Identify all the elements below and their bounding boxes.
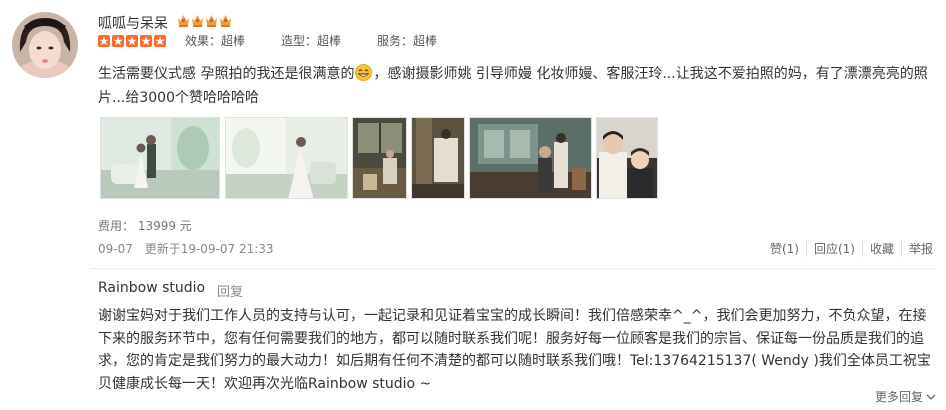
review-actions: 赞(1) 回应(1) 收藏 举报 <box>763 240 940 257</box>
chevron-down-icon <box>926 394 936 400</box>
review-photo[interactable] <box>100 117 220 199</box>
review-meta: 09-07 更新于19-09-07 21:33 <box>98 240 274 257</box>
report-button[interactable]: 举报 <box>900 240 940 257</box>
star-icon <box>112 35 124 47</box>
reply-text: 谢谢宝妈对于我们工作人员的支持与认可，一起记录和见证着宝宝的成长瞬间！我们倍感荣… <box>98 308 931 392</box>
username[interactable]: 呱呱与呆呆 <box>98 13 168 33</box>
reply-tag: 回复 <box>217 285 244 300</box>
rating-scores: 效果：超棒 造型：超棒 服务：超棒 <box>185 32 473 49</box>
reply-button[interactable]: 回应(1) <box>805 240 862 257</box>
star-icon <box>126 35 138 47</box>
star-icon <box>154 35 166 47</box>
grin-emoji-icon <box>355 64 373 81</box>
crown-icon <box>192 15 203 27</box>
crown-icon <box>220 15 231 27</box>
favorite-button[interactable]: 收藏 <box>861 240 901 257</box>
reply-author: Rainbow studio <box>98 280 206 296</box>
review-text-part1: 生活需要仪式感 孕照拍的我还是很满意的 <box>98 66 355 82</box>
score-styling: 造型：超棒 <box>281 34 342 48</box>
more-reply-label: 更多回复 <box>874 390 923 404</box>
score-service: 服务：超棒 <box>377 34 438 48</box>
crown-icon <box>178 15 189 27</box>
review-photo[interactable] <box>469 117 592 199</box>
review-photo[interactable] <box>352 117 407 199</box>
more-reply-link[interactable]: 更多回复 <box>875 388 936 405</box>
avatar[interactable] <box>12 12 78 78</box>
review-updated: 更新于19-09-07 21:33 <box>144 242 274 256</box>
review-photo[interactable] <box>225 117 348 199</box>
review-photo[interactable] <box>596 117 658 199</box>
review-photo[interactable] <box>411 117 465 199</box>
crown-icon <box>206 15 217 27</box>
like-button[interactable]: 赞(1) <box>763 240 806 257</box>
member-crowns <box>177 13 232 27</box>
star-icon <box>140 35 152 47</box>
score-effect: 效果：超棒 <box>185 34 246 48</box>
star-icon <box>98 35 110 47</box>
cost: 费用： 13999 元 <box>98 219 192 233</box>
review-text: 生活需要仪式感 孕照拍的我还是很满意的 ，感谢摄影师姚 引导师嫚 化妆师嫚、客服汪… <box>98 62 936 110</box>
review-date: 09-07 <box>98 242 133 256</box>
rating-stars <box>98 35 166 47</box>
